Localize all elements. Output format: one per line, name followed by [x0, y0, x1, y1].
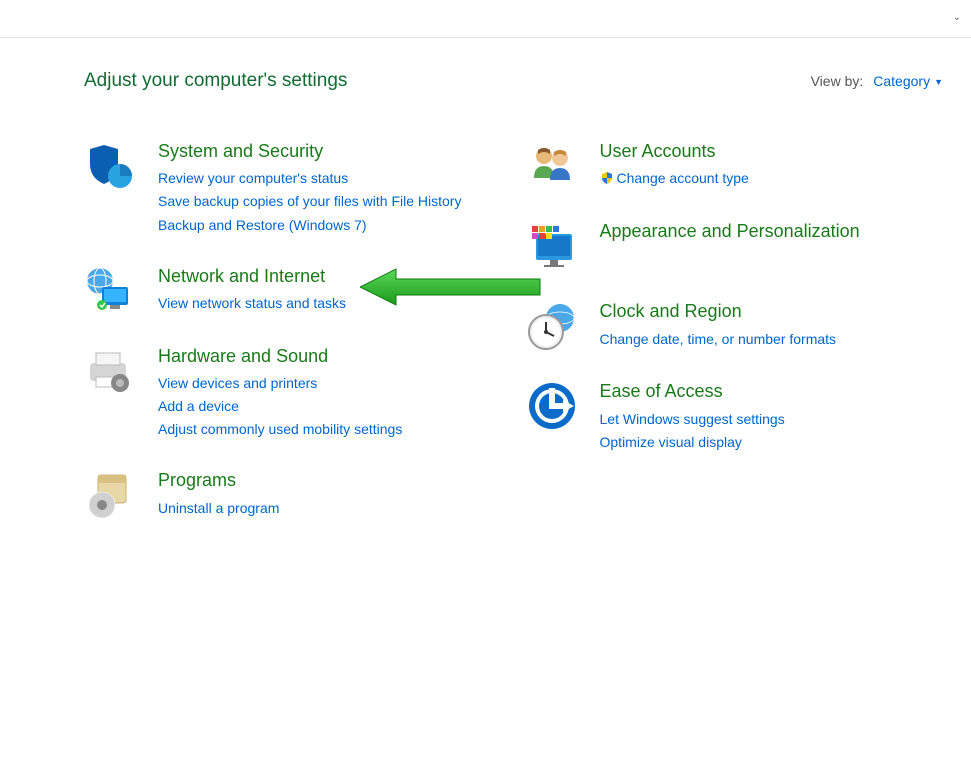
- viewby-dropdown[interactable]: Category ▼: [873, 73, 943, 89]
- category-appearance[interactable]: Appearance and Personalization: [600, 220, 932, 243]
- chevron-down-icon[interactable]: ⌄: [953, 12, 961, 23]
- link-network-status[interactable]: View network status and tasks: [158, 292, 490, 315]
- link-date-time-formats[interactable]: Change date, time, or number formats: [600, 328, 932, 351]
- category-network-internet[interactable]: Network and Internet: [158, 265, 490, 288]
- link-add-device[interactable]: Add a device: [158, 395, 490, 418]
- shield-icon: [84, 140, 136, 192]
- link-file-history[interactable]: Save backup copies of your files with Fi…: [158, 190, 490, 213]
- page-title: Adjust your computer's settings: [84, 70, 347, 92]
- category-clock-region[interactable]: Clock and Region: [600, 300, 932, 323]
- category-user-accounts[interactable]: User Accounts: [600, 140, 932, 163]
- link-backup-restore[interactable]: Backup and Restore (Windows 7): [158, 214, 490, 237]
- link-uninstall[interactable]: Uninstall a program: [158, 497, 490, 520]
- uac-shield-icon: [600, 169, 614, 192]
- link-change-account-type-text: Change account type: [617, 170, 749, 186]
- top-divider: ⌄: [0, 0, 971, 38]
- caret-down-icon: ▼: [934, 77, 943, 87]
- link-windows-suggest[interactable]: Let Windows suggest settings: [600, 408, 932, 431]
- printer-icon: [84, 345, 136, 397]
- appearance-icon: [526, 220, 578, 272]
- clock-icon: [526, 300, 578, 352]
- link-devices-printers[interactable]: View devices and printers: [158, 372, 490, 395]
- category-system-security[interactable]: System and Security: [158, 140, 490, 163]
- link-optimize-visual[interactable]: Optimize visual display: [600, 431, 932, 454]
- users-icon: [526, 140, 578, 192]
- viewby-selector: View by: Category ▼: [811, 73, 943, 89]
- link-mobility-settings[interactable]: Adjust commonly used mobility settings: [158, 418, 490, 441]
- category-hardware-sound[interactable]: Hardware and Sound: [158, 345, 490, 368]
- programs-icon: [84, 469, 136, 521]
- category-programs[interactable]: Programs: [158, 469, 490, 492]
- viewby-label: View by:: [811, 73, 864, 89]
- link-review-status[interactable]: Review your computer's status: [158, 167, 490, 190]
- viewby-value-text: Category: [873, 73, 930, 89]
- ease-of-access-icon: [526, 380, 578, 432]
- network-icon: [84, 265, 136, 317]
- link-change-account-type[interactable]: Change account type: [600, 167, 932, 192]
- category-ease-of-access[interactable]: Ease of Access: [600, 380, 932, 403]
